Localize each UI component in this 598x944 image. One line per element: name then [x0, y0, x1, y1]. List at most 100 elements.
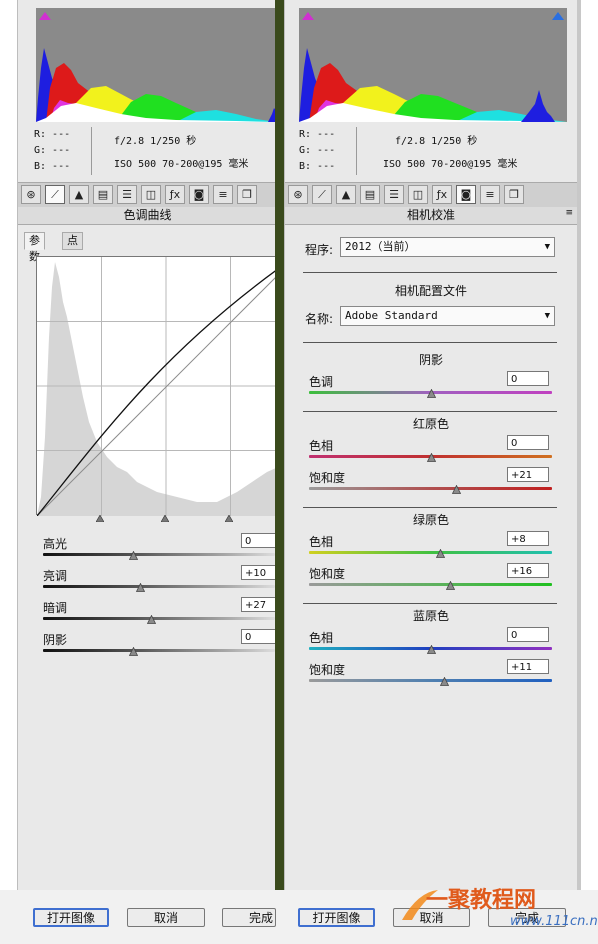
- slider-value-input[interactable]: 0: [507, 371, 549, 386]
- slider-thumb[interactable]: [426, 645, 436, 654]
- camera-calibration-panel: R: --- G: --- B: --- f/2.8 1/250 秒 ISO 5…: [284, 0, 578, 890]
- lens-correction-icon[interactable]: ◫: [141, 185, 161, 204]
- histogram: [299, 8, 567, 122]
- slider-thumb[interactable]: [128, 551, 138, 560]
- slider-label: 阴影: [43, 633, 68, 647]
- panel-toolbar: ⊛ ⟋ ▲ ▤ ☰ ◫ ƒx ◙ ≡ ❐: [285, 182, 577, 208]
- split-toning-icon[interactable]: ☰: [117, 185, 137, 204]
- process-label: 程序:: [305, 243, 334, 257]
- slider-track[interactable]: [309, 583, 552, 586]
- shadow-clipping-warning-icon[interactable]: [301, 11, 315, 21]
- open-image-button[interactable]: 打开图像: [298, 908, 375, 927]
- slider-track[interactable]: [309, 679, 552, 682]
- hsl-icon[interactable]: ▤: [360, 185, 380, 204]
- slider-thumb[interactable]: [128, 647, 138, 656]
- snapshots-icon[interactable]: ❐: [237, 185, 257, 204]
- calibration-section-title: 阴影: [418, 353, 443, 367]
- slider-value-input[interactable]: +11: [507, 659, 549, 674]
- slider-value-input[interactable]: +27: [241, 597, 277, 612]
- split-toning-icon[interactable]: ☰: [384, 185, 404, 204]
- slider-thumb[interactable]: [426, 389, 436, 398]
- slider-track[interactable]: [43, 553, 275, 556]
- divider: [303, 507, 557, 508]
- histogram: [36, 8, 277, 122]
- slider-label: 饱和度: [309, 471, 346, 485]
- slider-thumb[interactable]: [135, 583, 145, 592]
- panel-title: 相机校准: [285, 207, 577, 225]
- slider-thumb[interactable]: [445, 581, 455, 590]
- done-button[interactable]: 完成: [222, 908, 276, 927]
- presets-sliders-icon[interactable]: ≡: [480, 185, 500, 204]
- window-edge: [577, 0, 581, 890]
- divider: [303, 603, 557, 604]
- camera-calibration-icon[interactable]: ◙: [456, 185, 476, 204]
- slider-label: 暗调: [43, 601, 68, 615]
- slider-label: 色调: [309, 375, 334, 389]
- slider-label: 亮调: [43, 569, 68, 583]
- region-split-handle-right[interactable]: [225, 515, 233, 522]
- calibration-slider-row: 色相 +8: [309, 531, 559, 563]
- chevron-down-icon: ▼: [544, 311, 550, 321]
- effects-fx-icon[interactable]: ƒx: [165, 185, 185, 204]
- info-separator: [356, 127, 357, 175]
- hsl-icon[interactable]: ▤: [93, 185, 113, 204]
- info-readout: R: --- G: --- B: --- f/2.8 1/250 秒 ISO 5…: [299, 127, 569, 177]
- open-image-button[interactable]: 打开图像: [33, 908, 109, 927]
- rgb-readout: R: --- G: --- B: ---: [34, 129, 71, 172]
- calibration-slider-row: 饱和度 +11: [309, 659, 559, 691]
- detail-triangle-icon[interactable]: ▲: [69, 185, 89, 204]
- slider-value-input[interactable]: +16: [507, 563, 549, 578]
- exif-aperture-shutter: f/2.8 1/250 秒: [395, 136, 478, 147]
- basic-aperture-icon[interactable]: ⊛: [288, 185, 308, 204]
- slider-value-input[interactable]: +8: [507, 531, 549, 546]
- panel-menu-icon[interactable]: ≡: [565, 208, 573, 218]
- shadow-clipping-warning-icon[interactable]: [38, 11, 52, 21]
- slider-label: 色相: [309, 535, 334, 549]
- divider: [303, 411, 557, 412]
- slider-value-input[interactable]: 0: [507, 435, 549, 450]
- cancel-button[interactable]: 取消: [127, 908, 205, 927]
- highlight-clipping-warning-icon[interactable]: [551, 11, 565, 21]
- slider-value-input[interactable]: +21: [507, 467, 549, 482]
- slider-value-input[interactable]: +10: [241, 565, 277, 580]
- tone-curve-graph[interactable]: [36, 256, 277, 516]
- slider-value-input[interactable]: 0: [241, 629, 277, 644]
- camera-calibration-icon[interactable]: ◙: [189, 185, 209, 204]
- process-version-select[interactable]: 2012（当前） ▼: [340, 237, 555, 257]
- slider-thumb[interactable]: [147, 615, 157, 624]
- presets-sliders-icon[interactable]: ≡: [213, 185, 233, 204]
- slider-label: 饱和度: [309, 663, 346, 677]
- basic-aperture-icon[interactable]: ⊛: [21, 185, 41, 204]
- slider-track[interactable]: [43, 617, 275, 620]
- slider-thumb[interactable]: [426, 453, 436, 462]
- panel-title: 色调曲线: [18, 207, 277, 225]
- site-watermark: 一聚教程网 www.111cn.net: [400, 880, 598, 932]
- region-split-handle-middle[interactable]: [161, 515, 169, 522]
- slider-value-input[interactable]: 0: [507, 627, 549, 642]
- tone-curve-icon[interactable]: ⟋: [312, 185, 332, 204]
- slider-value-input[interactable]: 0: [241, 533, 277, 548]
- lens-correction-icon[interactable]: ◫: [408, 185, 428, 204]
- effects-fx-icon[interactable]: ƒx: [432, 185, 452, 204]
- slider-track[interactable]: [309, 487, 552, 490]
- slider-track[interactable]: [43, 585, 275, 588]
- tab-parametric[interactable]: 参数: [24, 232, 45, 263]
- tab-point[interactable]: 点: [62, 232, 83, 250]
- tone-curve-icon[interactable]: ⟋: [45, 185, 65, 204]
- slider-label: 色相: [309, 631, 334, 645]
- slider-track[interactable]: [43, 649, 275, 652]
- slider-thumb[interactable]: [436, 549, 446, 558]
- tone-slider-row: 高光 0: [43, 533, 277, 565]
- calibration-slider-row: 色相 0: [309, 627, 559, 659]
- snapshots-icon[interactable]: ❐: [504, 185, 524, 204]
- slider-thumb[interactable]: [452, 485, 461, 494]
- calibration-section-title: 蓝原色: [412, 609, 449, 623]
- detail-triangle-icon[interactable]: ▲: [336, 185, 356, 204]
- profile-section-title: 相机配置文件: [394, 284, 467, 298]
- divider: [303, 342, 557, 343]
- slider-track[interactable]: [309, 551, 552, 554]
- region-split-handle-left[interactable]: [96, 515, 104, 522]
- tone-slider-row: 亮调 +10: [43, 565, 277, 597]
- slider-thumb[interactable]: [439, 677, 449, 686]
- camera-profile-select[interactable]: Adobe Standard ▼: [340, 306, 555, 326]
